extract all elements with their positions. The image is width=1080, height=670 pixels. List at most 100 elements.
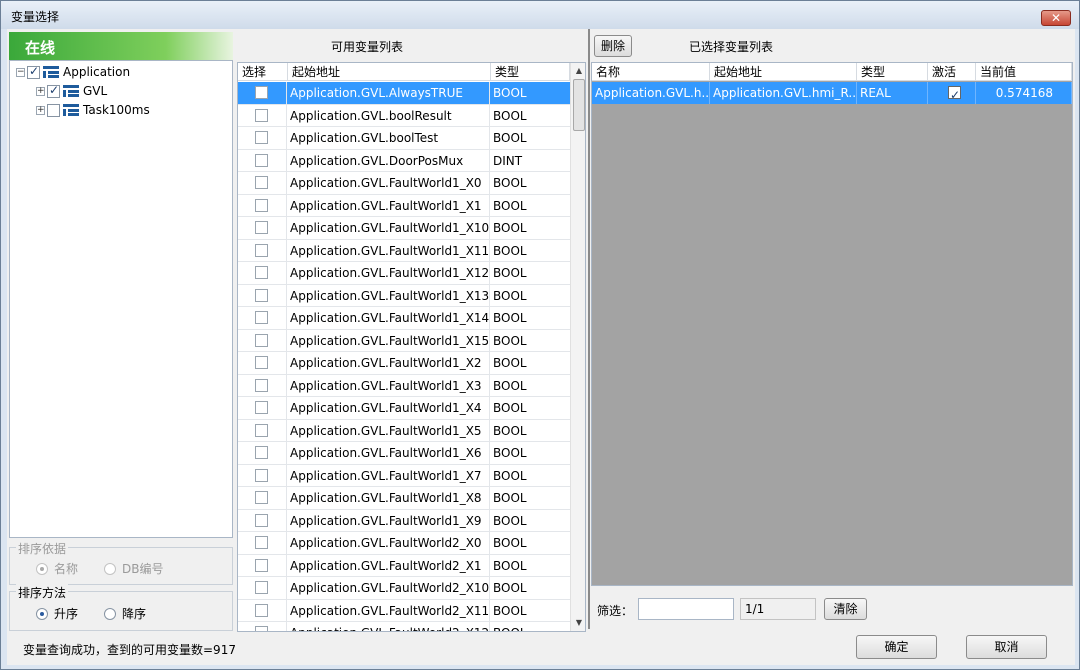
table-row[interactable]: Application.GVL.AlwaysTRUE BOOL <box>238 82 570 105</box>
row-checkbox[interactable] <box>255 176 268 189</box>
filter-input[interactable] <box>638 598 734 620</box>
row-checkbox[interactable] <box>255 131 268 144</box>
sort-by-db-radio[interactable]: DB编号 <box>104 560 163 577</box>
row-checkbox[interactable] <box>255 311 268 324</box>
table-row[interactable]: Application.GVL.FaultWorld1_X10 BOOL <box>238 217 570 240</box>
row-checkbox[interactable] <box>255 198 268 212</box>
tree-node-gvl[interactable]: + GVL <box>36 82 107 100</box>
table-row[interactable]: Application.GVL.FaultWorld1_X12 BOOL <box>238 262 570 285</box>
ok-button[interactable]: 确定 <box>856 635 937 659</box>
table-row[interactable]: Application.GVL.DoorPosMux DINT <box>238 149 570 172</box>
sort-by-title: 排序依据 <box>16 540 69 557</box>
table-row[interactable]: Application.GVL.FaultWorld1_X2 BOOL <box>238 352 570 375</box>
table-row[interactable]: Application.GVL.FaultWorld2_X1 BOOL <box>238 554 570 577</box>
select-cell <box>238 554 287 576</box>
row-checkbox[interactable] <box>255 558 268 572</box>
cancel-button[interactable]: 取消 <box>966 635 1047 659</box>
table-row[interactable]: Application.GVL.FaultWorld2_X11 BOOL <box>238 599 570 622</box>
collapse-icon[interactable]: − <box>16 67 25 77</box>
select-cell <box>238 464 287 486</box>
row-checkbox[interactable] <box>255 153 268 167</box>
column-header-name[interactable]: 名称 <box>592 63 710 81</box>
column-header-type[interactable]: 类型 <box>857 63 928 81</box>
tree-checkbox-task100ms[interactable] <box>47 103 60 117</box>
table-row[interactable]: Application.GVL.FaultWorld1_X5 BOOL <box>238 419 570 442</box>
status-text: 变量查询成功，查到的可用变量数=917 <box>23 643 236 657</box>
table-row[interactable]: Application.GVL.FaultWorld1_X14 BOOL <box>238 307 570 330</box>
address-cell: Application.GVL.FaultWorld1_X7 <box>288 464 490 486</box>
panel-splitter[interactable] <box>588 29 590 629</box>
table-row[interactable]: Application.GVL.FaultWorld1_X0 BOOL <box>238 172 570 195</box>
row-checkbox[interactable] <box>255 266 268 279</box>
table-row[interactable]: Application.GVL.FaultWorld2_X0 BOOL <box>238 532 570 555</box>
row-checkbox[interactable] <box>255 581 268 594</box>
row-checkbox[interactable] <box>255 333 268 347</box>
table-row[interactable]: Application.GVL.FaultWorld1_X8 BOOL <box>238 487 570 510</box>
table-row[interactable]: Application.GVL.FaultWorld1_X13 BOOL <box>238 284 570 307</box>
available-variables-table: 选择 起始地址 类型 Application.GVL.AlwaysTRUE BOO… <box>237 62 586 632</box>
clear-button[interactable]: 清除 <box>824 598 867 620</box>
table-row[interactable]: Application.GVL.FaultWorld1_X6 BOOL <box>238 442 570 465</box>
column-header-address[interactable]: 起始地址 <box>710 63 857 81</box>
table-row[interactable]: Application.GVL.FaultWorld1_X1 BOOL <box>238 194 570 217</box>
table-row[interactable]: Application.GVL.FaultWorld1_X15 BOOL <box>238 329 570 352</box>
project-tree[interactable]: − Application + GVL + Task100ms <box>9 60 233 538</box>
type-cell: BOOL <box>493 558 527 573</box>
selected-row[interactable]: Application.GVL.h... Application.GVL.hmi… <box>592 82 1072 104</box>
type-cell: BOOL <box>493 603 527 618</box>
row-checkbox[interactable] <box>255 491 268 504</box>
row-checkbox[interactable] <box>255 288 268 302</box>
sort-ascending-radio[interactable]: 升序 <box>36 605 78 622</box>
type-cell: BOOL <box>493 198 527 213</box>
scroll-thumb[interactable] <box>573 79 585 131</box>
column-header-active[interactable]: 激活 <box>928 63 976 81</box>
column-header-address[interactable]: 起始地址 <box>288 63 491 81</box>
row-checkbox[interactable] <box>255 356 268 369</box>
row-checkbox[interactable] <box>255 378 268 392</box>
table-row[interactable]: Application.GVL.FaultWorld1_X9 BOOL <box>238 509 570 532</box>
row-checkbox[interactable] <box>255 401 268 414</box>
table-row[interactable]: Application.GVL.FaultWorld2_X10 BOOL <box>238 577 570 600</box>
tree-node-application[interactable]: − Application <box>16 63 130 81</box>
scroll-up-icon[interactable]: ▲ <box>571 63 585 79</box>
select-cell <box>238 104 287 126</box>
row-checkbox[interactable] <box>255 468 268 482</box>
row-checkbox[interactable] <box>255 243 268 257</box>
scroll-down-icon[interactable]: ▼ <box>571 615 585 631</box>
table-row[interactable]: Application.GVL.FaultWorld1_X7 BOOL <box>238 464 570 487</box>
row-checkbox[interactable] <box>255 221 268 234</box>
tree-node-task100ms[interactable]: + Task100ms <box>36 101 150 119</box>
sort-by-name-radio[interactable]: 名称 <box>36 560 78 577</box>
table-row[interactable]: Application.GVL.FaultWorld1_X3 BOOL <box>238 374 570 397</box>
delete-button[interactable]: 删除 <box>594 35 632 57</box>
row-checkbox[interactable] <box>255 603 268 617</box>
select-cell <box>238 284 287 306</box>
row-checkbox[interactable] <box>255 446 268 459</box>
table-row[interactable]: Application.GVL.FaultWorld2_X12BOOL <box>238 622 570 631</box>
row-checkbox[interactable] <box>255 423 268 437</box>
table-row[interactable]: Application.GVL.FaultWorld1_X11 BOOL <box>238 239 570 262</box>
close-button[interactable]: ✕ <box>1041 10 1071 26</box>
row-checkbox[interactable] <box>255 536 268 549</box>
radio-label: 升序 <box>54 607 79 621</box>
row-checkbox[interactable] <box>255 513 268 527</box>
sort-descending-radio[interactable]: 降序 <box>104 605 146 622</box>
table-row[interactable]: Application.GVL.boolTest BOOL <box>238 127 570 150</box>
radio-dot <box>104 607 116 620</box>
expand-icon[interactable]: + <box>36 86 45 96</box>
column-header-select[interactable]: 选择 <box>238 63 288 81</box>
row-checkbox[interactable] <box>255 626 268 631</box>
column-header-type[interactable]: 类型 <box>491 63 570 81</box>
table-row[interactable]: Application.GVL.boolResult BOOL <box>238 104 570 127</box>
row-checkbox[interactable] <box>255 86 268 99</box>
tree-checkbox-application[interactable] <box>27 64 40 79</box>
active-checkbox[interactable] <box>948 84 961 104</box>
expand-icon[interactable]: + <box>36 105 45 115</box>
vertical-scrollbar[interactable]: ▲ ▼ <box>570 63 585 631</box>
column-header-value[interactable]: 当前值 <box>976 63 1072 81</box>
table-row[interactable]: Application.GVL.FaultWorld1_X4 BOOL <box>238 397 570 420</box>
select-cell <box>238 442 287 464</box>
row-checkbox[interactable] <box>255 108 268 122</box>
tree-checkbox-gvl[interactable] <box>47 83 60 98</box>
type-cell: BOOL <box>493 243 527 258</box>
